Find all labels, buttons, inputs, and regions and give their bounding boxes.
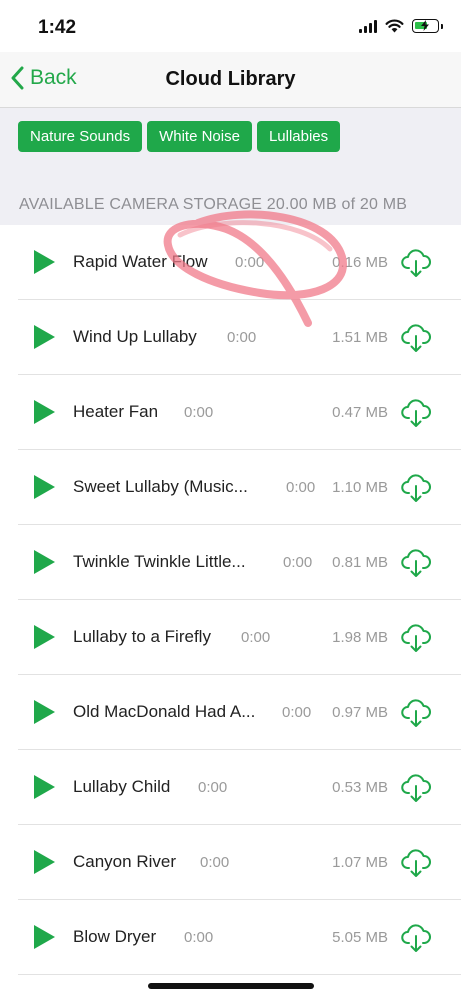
item-title: Wind Up Lullaby xyxy=(73,327,197,346)
item-title: Lullaby to a Firefly xyxy=(73,627,211,646)
list-item[interactable]: Lullaby to a Firefly 0:00 1.98 MB xyxy=(0,600,461,675)
item-title: Twinkle Twinkle Little... xyxy=(73,552,246,571)
item-size: 1.51 MB xyxy=(332,329,388,346)
tag-white-noise[interactable]: White Noise xyxy=(147,121,252,152)
item-title: Sweet Lullaby (Music... xyxy=(73,477,248,496)
cloud-download-icon[interactable] xyxy=(400,922,432,954)
item-size: 0.81 MB xyxy=(332,554,388,571)
list-item[interactable]: Twinkle Twinkle Little... 0:00 0.81 MB xyxy=(0,525,461,600)
item-title: Blow Dryer xyxy=(73,927,157,946)
cloud-download-icon[interactable] xyxy=(400,472,432,504)
wifi-icon xyxy=(385,19,404,33)
item-duration: 0:00 xyxy=(286,479,316,496)
battery-cap xyxy=(441,23,443,29)
list-item[interactable]: Sweet Lullaby (Music... 0:00 1.10 MB xyxy=(0,450,461,525)
play-icon[interactable] xyxy=(34,250,55,274)
item-duration: 0:00 xyxy=(184,929,214,946)
cloud-download-icon[interactable] xyxy=(400,622,432,654)
item-title: Lullaby Child xyxy=(73,777,171,796)
play-icon[interactable] xyxy=(34,400,55,424)
cloud-download-icon[interactable] xyxy=(400,322,432,354)
item-size: 0.53 MB xyxy=(332,779,388,796)
item-size: 0.97 MB xyxy=(332,704,388,721)
cloud-download-icon[interactable] xyxy=(400,247,432,279)
play-icon[interactable] xyxy=(34,625,55,649)
storage-label: AVAILABLE CAMERA STORAGE 20.00 MB of 20 … xyxy=(19,196,408,213)
battery-charging-icon xyxy=(412,19,439,33)
list-item[interactable]: Blow Dryer 0:00 5.05 MB xyxy=(0,900,461,975)
item-duration: 0:00 xyxy=(241,629,271,646)
status-icons xyxy=(359,19,443,33)
item-duration: 0:00 xyxy=(283,554,313,571)
play-icon[interactable] xyxy=(34,850,55,874)
item-duration: 0:00 xyxy=(184,404,214,421)
signal-icon xyxy=(359,19,377,33)
play-icon[interactable] xyxy=(34,700,55,724)
play-icon[interactable] xyxy=(34,925,55,949)
item-duration: 0:00 xyxy=(200,854,230,871)
cloud-download-icon[interactable] xyxy=(400,697,432,729)
play-icon[interactable] xyxy=(34,550,55,574)
status-time: 1:42 xyxy=(38,17,77,38)
list-item[interactable]: Wind Up Lullaby 0:00 1.51 MB xyxy=(0,300,461,375)
list-item[interactable]: Heater Fan 0:00 0.47 MB xyxy=(0,375,461,450)
tag-nature-sounds[interactable]: Nature Sounds xyxy=(18,121,143,152)
list-item[interactable]: Canyon River 0:00 1.07 MB xyxy=(0,825,461,900)
item-duration: 0:00 xyxy=(227,329,257,346)
nav-bar: Back Cloud Library xyxy=(0,52,461,108)
cloud-download-icon[interactable] xyxy=(400,847,432,879)
item-size: 1.98 MB xyxy=(332,629,388,646)
filter-bar: Nature Sounds White Noise Lullabies AVAI… xyxy=(0,108,461,225)
status-bar: 1:42 xyxy=(0,0,461,52)
page-title: Cloud Library xyxy=(165,68,296,90)
item-title: Rapid Water Flow xyxy=(73,252,208,271)
item-title: Heater Fan xyxy=(73,402,159,421)
play-icon[interactable] xyxy=(34,325,55,349)
sound-list: Rapid Water Flow 0:00 0.16 MB Wind Up Lu… xyxy=(0,225,461,975)
item-duration: 0:00 xyxy=(282,704,312,721)
item-size: 0.47 MB xyxy=(332,404,388,421)
item-size: 5.05 MB xyxy=(332,929,388,946)
play-icon[interactable] xyxy=(34,475,55,499)
item-title: Old MacDonald Had A... xyxy=(73,702,256,721)
cloud-download-icon[interactable] xyxy=(400,772,432,804)
item-duration: 0:00 xyxy=(235,254,265,271)
list-item[interactable]: Rapid Water Flow 0:00 0.16 MB xyxy=(0,225,461,300)
item-duration: 0:00 xyxy=(198,779,228,796)
tag-lullabies[interactable]: Lullabies xyxy=(256,121,341,152)
home-indicator[interactable] xyxy=(148,983,314,989)
cloud-download-icon[interactable] xyxy=(400,547,432,579)
play-icon[interactable] xyxy=(34,775,55,799)
list-item[interactable]: Lullaby Child 0:00 0.53 MB xyxy=(0,750,461,825)
category-tags: Nature Sounds White Noise Lullabies xyxy=(18,121,341,152)
item-title: Canyon River xyxy=(73,852,176,871)
item-size: 0.16 MB xyxy=(332,254,388,271)
cloud-download-icon[interactable] xyxy=(400,397,432,429)
item-size: 1.10 MB xyxy=(332,479,388,496)
item-size: 1.07 MB xyxy=(332,854,388,871)
list-item[interactable]: Old MacDonald Had A... 0:00 0.97 MB xyxy=(0,675,461,750)
